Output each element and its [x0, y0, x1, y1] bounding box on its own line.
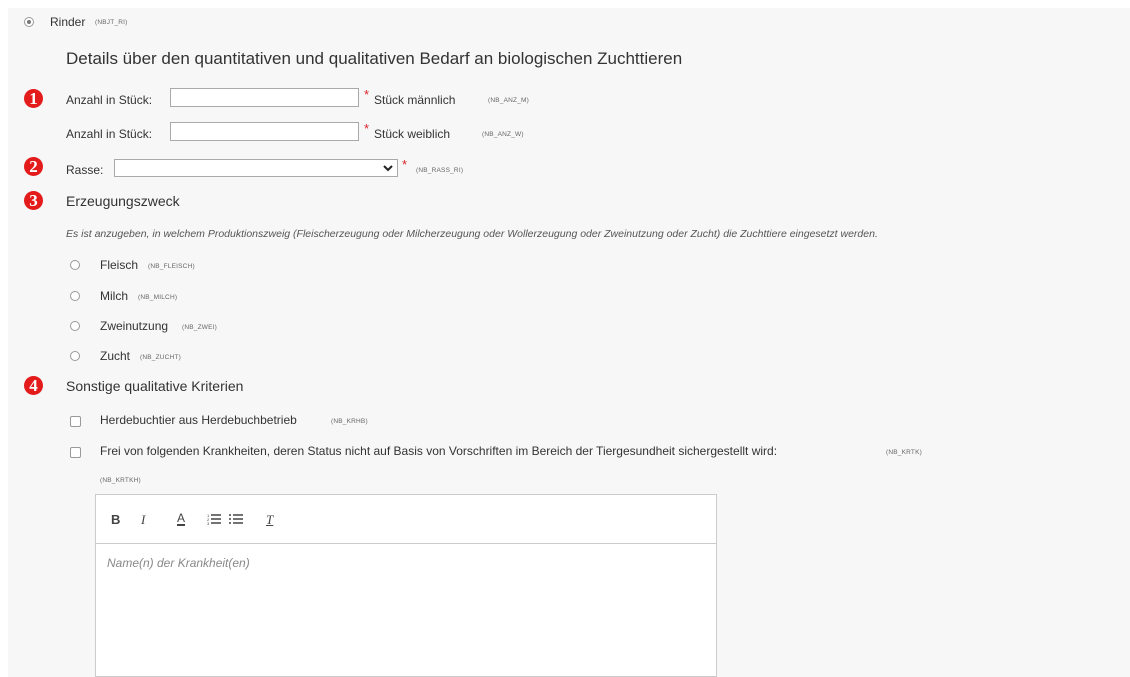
herdbook-label: Herdebuchtier aus Herdebuchbetrieb: [100, 413, 297, 427]
text-color-button[interactable]: A: [177, 512, 186, 526]
purpose-radio-zweinutzung[interactable]: [70, 321, 80, 331]
clear-format-button[interactable]: T: [266, 512, 273, 528]
editor-textarea[interactable]: Name(n) der Krankheit(en): [107, 556, 250, 570]
svg-text:3: 3: [207, 521, 210, 525]
herdbook-checkbox[interactable]: [70, 416, 81, 427]
disease-editor: B I A 1 2 3 T Name(n) der Krankheit(en): [95, 494, 717, 677]
purpose-option-label: Zweinutzung: [100, 319, 169, 333]
bullet-list-icon[interactable]: [229, 513, 243, 525]
quantity-male-unit: Stück männlich: [374, 93, 456, 107]
quantity-female-code: (NB_ANZ_W): [482, 131, 524, 138]
purpose-hint: Es ist anzugeben, in welchem Produktions…: [66, 228, 878, 240]
purpose-option-code: (NB_ZWEI): [182, 324, 218, 331]
section-title: Details über den quantitativen und quali…: [66, 49, 683, 68]
purpose-option-code: (NB_FLEISCH): [148, 263, 195, 270]
editor-code: (NB_KRTKH): [100, 477, 141, 484]
purpose-option-label: Fleisch: [100, 258, 139, 272]
herdbook-code: (NB_KRHB): [331, 418, 368, 425]
disease-code: (NB_KRTK): [886, 449, 922, 456]
criteria-title: Sonstige qualitative Kriterien: [66, 378, 244, 394]
required-marker: *: [364, 121, 370, 136]
purpose-option-label: Zucht: [100, 349, 131, 363]
species-code: (NBJT_RI): [95, 19, 128, 26]
quantity-female-label: Anzahl in Stück:: [66, 127, 153, 141]
quantity-male-label: Anzahl in Stück:: [66, 93, 153, 107]
species-radio-rinder[interactable]: [24, 17, 34, 27]
breed-label: Rasse:: [66, 163, 104, 177]
badge-3: 3: [24, 191, 43, 210]
badge-1: 1: [24, 89, 43, 108]
purpose-option-label: Milch: [100, 289, 129, 303]
quantity-female-input[interactable]: [170, 122, 359, 141]
bold-button[interactable]: B: [111, 512, 120, 527]
editor-toolbar: B I A 1 2 3 T: [96, 495, 716, 544]
quantity-male-code: (NB_ANZ_M): [488, 97, 530, 104]
required-marker: *: [364, 87, 370, 102]
purpose-radio-zucht[interactable]: [70, 351, 80, 361]
purpose-option-code: (NB_ZUCHT): [140, 354, 181, 361]
breed-select[interactable]: [114, 159, 398, 177]
species-label: Rinder: [50, 15, 86, 29]
purpose-title: Erzeugungszweck: [66, 193, 180, 209]
breed-code: (NB_RASS_RI): [416, 167, 464, 174]
required-marker: *: [402, 157, 408, 172]
purpose-option-code: (NB_MILCH): [138, 294, 178, 301]
quantity-female-unit: Stück weiblich: [374, 127, 451, 141]
quantity-male-input[interactable]: [170, 88, 359, 107]
disease-checkbox[interactable]: [70, 447, 81, 458]
ordered-list-icon[interactable]: 1 2 3: [207, 513, 221, 525]
italic-button[interactable]: I: [141, 512, 145, 528]
disease-label: Frei von folgenden Krankheiten, deren St…: [100, 444, 778, 458]
purpose-radio-milch[interactable]: [70, 291, 80, 301]
purpose-radio-fleisch[interactable]: [70, 260, 80, 270]
chevron-down-icon: [383, 165, 393, 172]
badge-2: 2: [24, 157, 43, 176]
badge-4: 4: [24, 376, 43, 395]
